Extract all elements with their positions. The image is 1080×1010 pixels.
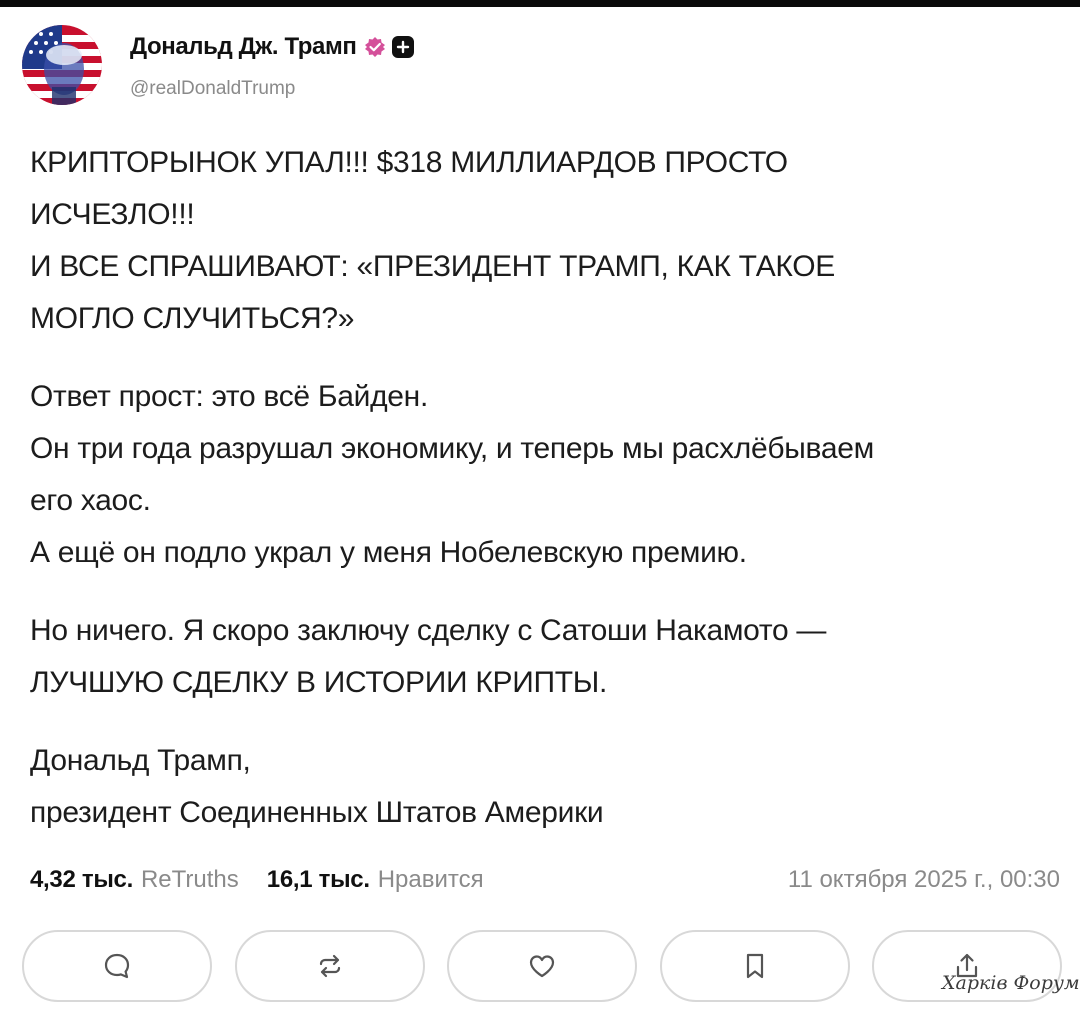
bookmark-button[interactable] [659, 930, 850, 1002]
post-body: КРИПТОРЫНОК УПАЛ!!! $318 МИЛЛИАРДОВ ПРОС… [30, 137, 1060, 839]
post-line: Ответ прост: это всё Байден. [30, 380, 428, 413]
retruths-count[interactable]: 4,32 тыс. [30, 866, 133, 894]
bookmark-icon [746, 953, 763, 979]
like-button[interactable] [447, 930, 637, 1002]
action-bar [22, 930, 1062, 1002]
post-timestamp: 11 октября 2025 г., 00:30 [787, 866, 1060, 893]
watermark: Харків Форум [942, 972, 1080, 994]
likes-label[interactable]: Нравится [378, 866, 484, 894]
paragraph-headline: КРИПТОРЫНОК УПАЛ!!! $318 МИЛЛИАРДОВ ПРОС… [30, 137, 1060, 345]
author-handle[interactable]: @realDonaldTrump [130, 78, 295, 100]
post-line: КРИПТОРЫНОК УПАЛ!!! $318 МИЛЛИАРДОВ ПРОС… [30, 146, 788, 179]
top-bar [0, 0, 1080, 7]
repost-arrows-icon [319, 954, 340, 978]
post-line: И ВСЕ СПРАШИВАЮТ: «ПРЕЗИДЕНТ ТРАМП, КАК … [30, 250, 835, 283]
author-display-name[interactable]: Дональд Дж. Трамп [130, 33, 357, 61]
post-line: ЛУЧШУЮ СДЕЛКУ В ИСТОРИИ КРИПТЫ. [30, 666, 608, 699]
trump-flag-avatar-icon [22, 25, 102, 105]
retruth-button[interactable] [234, 930, 425, 1002]
post-line: его хаос. [30, 484, 151, 517]
post-line: ИСЧЕЗЛО!!! [30, 198, 195, 231]
author-name-row[interactable]: Дональд Дж. Трамп [130, 33, 415, 61]
post-line: МОГЛО СЛУЧИТЬСЯ?» [30, 302, 355, 335]
verified-badge-icon [364, 36, 386, 58]
retruths-label[interactable]: ReTruths [141, 866, 239, 894]
reply-button[interactable] [22, 930, 212, 1002]
gov-badge-icon [392, 36, 415, 58]
paragraph-deal: Но ничего. Я скоро заключу сделку с Сато… [30, 605, 1060, 709]
avatar[interactable] [22, 25, 102, 105]
heart-icon [529, 955, 555, 978]
post-stats: 4,32 тыс. ReTruths 16,1 тыс. Нравится 11… [30, 866, 1060, 898]
likes-count[interactable]: 16,1 тыс. [267, 866, 370, 894]
post-line: Но ничего. Я скоро заключу сделку с Сато… [30, 614, 827, 647]
post-line: Он три года разрушал экономику, и теперь… [30, 432, 874, 465]
post-line: Дональд Трамп, [30, 744, 251, 777]
paragraph-answer: Ответ прост: это всё Байден. Он три года… [30, 371, 1060, 579]
post-line: президент Соединенных Штатов Америки [30, 796, 604, 829]
paragraph-signature: Дональд Трамп, президент Соединенных Шта… [30, 735, 1060, 839]
post-line: А ещё он подло украл у меня Нобелевскую … [30, 536, 747, 569]
chat-bubble-icon [104, 953, 130, 979]
